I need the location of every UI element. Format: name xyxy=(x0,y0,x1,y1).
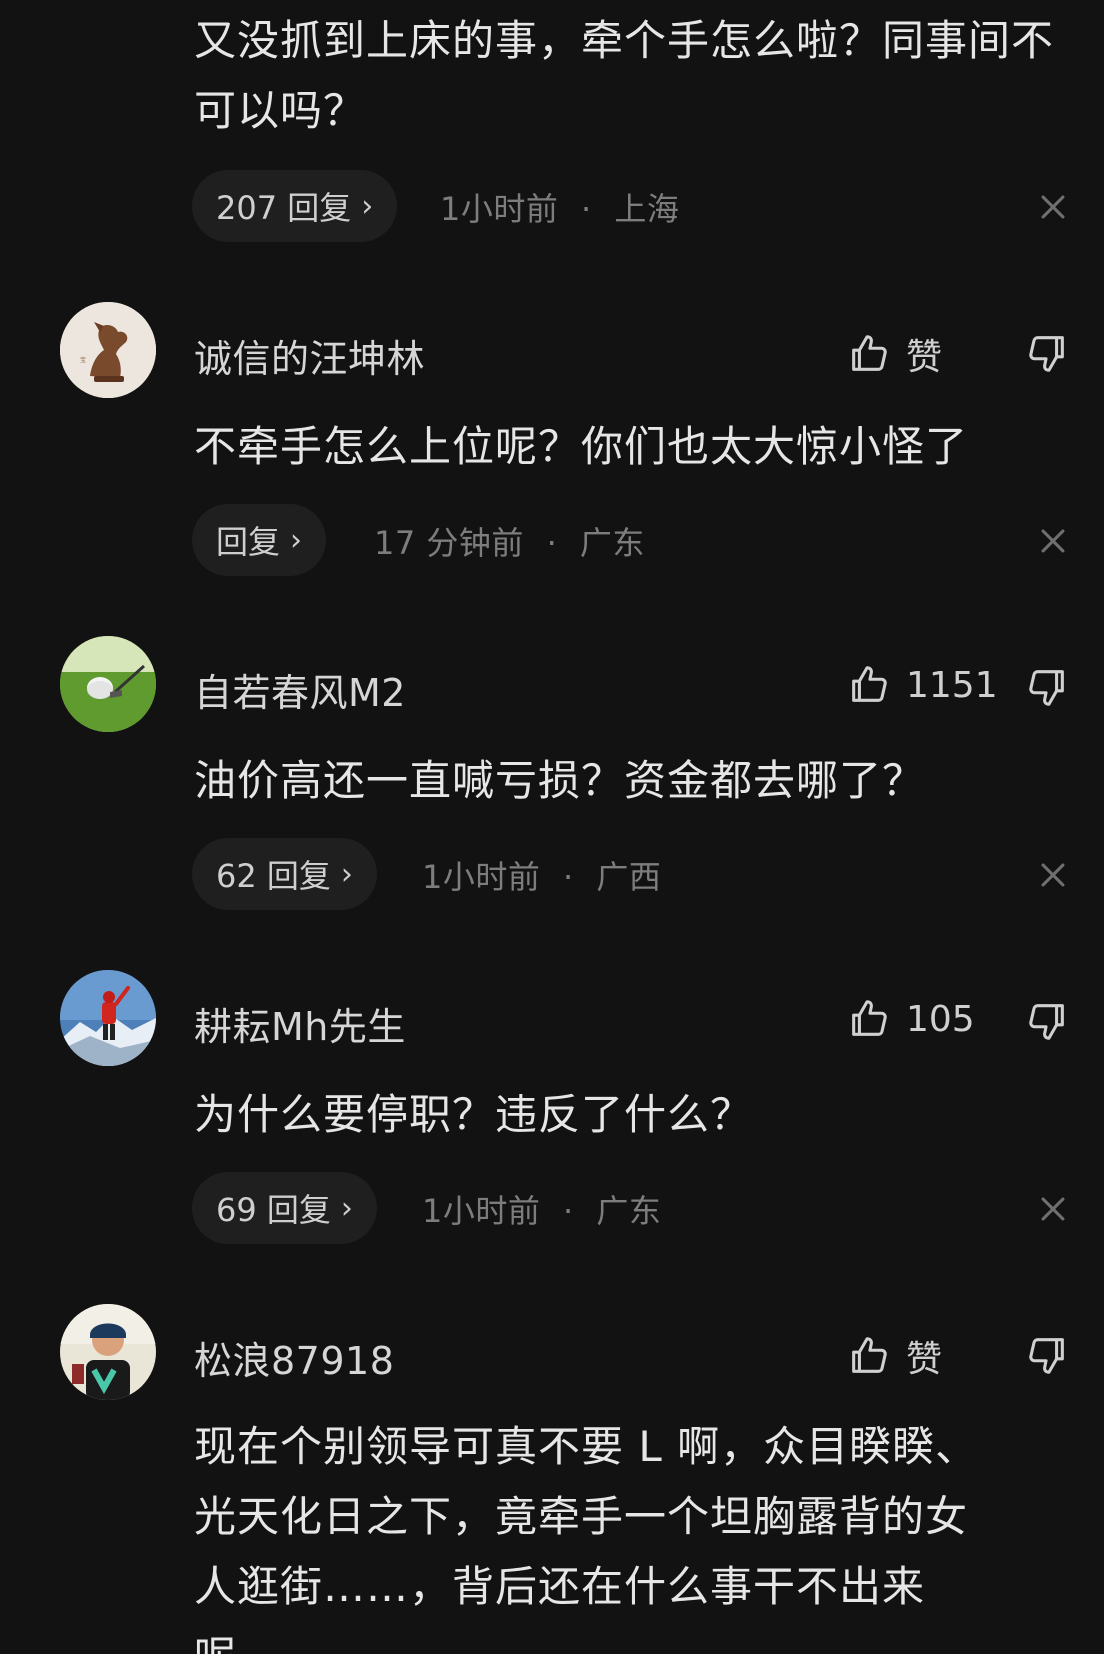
comment-meta-3: 1小时前 · 广东 xyxy=(422,1186,661,1232)
like-button[interactable]: 1151 xyxy=(846,662,998,708)
comment-location: 广西 xyxy=(596,858,662,896)
comment-location: 广东 xyxy=(579,524,645,562)
comment-location: 上海 xyxy=(614,190,680,228)
thumbs-up-icon xyxy=(852,666,887,702)
comment-text-0: 又没抓到上床的事，牵个手怎么啦？同事间不可以吗？ xyxy=(194,16,1055,135)
comment-text-1: 不牵手怎么上位呢？你们也太大惊小怪了 xyxy=(194,422,969,471)
comment-text-3: 为什么要停职？违反了什么？ xyxy=(194,1090,754,1139)
username[interactable]: 诚信的汪坤林 xyxy=(194,328,425,383)
username[interactable]: 松浪87918 xyxy=(194,1330,394,1385)
thumbs-up-icon xyxy=(852,1337,887,1373)
like-button[interactable]: 赞 xyxy=(846,328,942,380)
replies-button-0[interactable]: 207 回复 › xyxy=(192,170,398,242)
username[interactable]: 耕耘Mh先生 xyxy=(194,996,406,1051)
comment-location: 广东 xyxy=(596,1192,662,1230)
meta-separator: · xyxy=(546,524,558,562)
comment-time: 17 分钟前 xyxy=(374,524,524,562)
comment-time: 1小时前 xyxy=(422,858,541,896)
thumbs-down-icon[interactable] xyxy=(1024,1332,1070,1378)
comment-meta-1: 17 分钟前 · 广东 xyxy=(374,518,645,564)
comment-meta-2: 1小时前 · 广西 xyxy=(422,852,661,898)
meta-separator: · xyxy=(563,858,574,896)
close-icon[interactable] xyxy=(1036,1192,1070,1226)
chevron-right-icon: › xyxy=(361,188,374,224)
thumbs-up-icon xyxy=(852,335,887,371)
like-count: 赞 xyxy=(906,337,943,378)
thumbs-down-icon[interactable] xyxy=(1024,664,1070,710)
chevron-right-icon: › xyxy=(290,522,303,558)
replies-label: 回复 xyxy=(216,523,281,561)
replies-button-1[interactable]: 回复 › xyxy=(192,504,327,576)
svg-text:宝: 宝 xyxy=(80,356,86,364)
thumbs-down-icon[interactable] xyxy=(1024,330,1070,376)
avatar[interactable] xyxy=(60,636,156,732)
comment-text-2: 油价高还一直喊亏损？资金都去哪了？ xyxy=(194,756,926,805)
replies-label: 207 回复 xyxy=(216,189,352,227)
comment-line: 光天化日之下，竟牵手一个坦胸露背的女 xyxy=(194,1492,969,1541)
chevron-right-icon: › xyxy=(340,1190,353,1226)
avatar[interactable]: 宝 xyxy=(60,302,156,398)
username[interactable]: 自若春风M2 xyxy=(194,662,406,717)
replies-label: 69 回复 xyxy=(216,1191,331,1229)
replies-button-3[interactable]: 69 回复 › xyxy=(192,1172,377,1244)
close-icon[interactable] xyxy=(1036,524,1070,558)
like-button[interactable]: 105 xyxy=(846,996,975,1042)
replies-button-2[interactable]: 62 回复 › xyxy=(192,838,377,910)
like-button[interactable]: 赞 xyxy=(846,1330,942,1382)
close-icon[interactable] xyxy=(1036,190,1070,224)
avatar-golf-image xyxy=(60,636,156,732)
comment-time: 1小时前 xyxy=(440,190,559,228)
like-count: 1151 xyxy=(906,664,998,706)
comment-line: 人逛街……，背后还在什么事干不出来 xyxy=(194,1562,926,1611)
like-count: 105 xyxy=(906,998,975,1040)
meta-separator: · xyxy=(581,190,592,228)
close-icon[interactable] xyxy=(1036,858,1070,892)
comment-meta-0: 1小时前 · 上海 xyxy=(440,184,679,230)
avatar-child-image xyxy=(60,1304,156,1400)
replies-label: 62 回复 xyxy=(216,857,331,895)
chevron-right-icon: › xyxy=(340,856,353,892)
comment-text-4: 现在个别领导可真不要 L 啊，众目睽睽、 光天化日之下，竟牵手一个坦胸露背的女 … xyxy=(194,1412,1094,1654)
thumbs-up-icon xyxy=(852,1000,887,1036)
avatar-horse-image: 宝 xyxy=(60,302,156,398)
comment-line: 现在个别领导可真不要 L 啊，众目睽睽、 xyxy=(194,1422,979,1471)
avatar-climber-image xyxy=(60,970,156,1066)
avatar[interactable] xyxy=(60,1304,156,1400)
like-count: 赞 xyxy=(906,1339,943,1380)
thumbs-down-icon[interactable] xyxy=(1024,998,1070,1044)
meta-separator: · xyxy=(563,1192,574,1230)
avatar[interactable] xyxy=(60,970,156,1066)
comment-time: 1小时前 xyxy=(422,1192,541,1230)
comment-line: 呢 xyxy=(194,1622,1094,1654)
